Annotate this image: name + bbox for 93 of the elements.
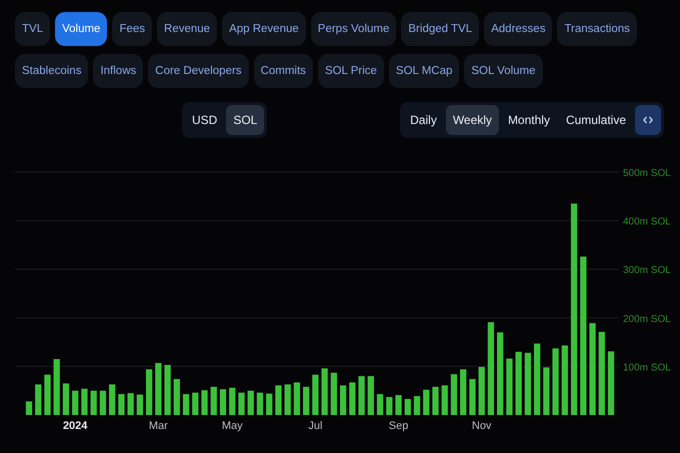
volume-bar (469, 379, 476, 415)
embed-button[interactable] (635, 105, 661, 135)
metric-tab[interactable]: TVL (15, 12, 50, 46)
currency-option[interactable]: USD (185, 105, 224, 135)
volume-bar (478, 366, 485, 415)
volume-bar (552, 348, 559, 415)
volume-bar (35, 384, 42, 415)
volume-bar (54, 359, 60, 415)
volume-bar (340, 385, 346, 415)
y-axis-label: 100m SOL (623, 362, 671, 374)
volume-bar (109, 384, 116, 415)
metric-tab[interactable]: Stablecoins (15, 54, 88, 88)
volume-bar (100, 390, 106, 415)
volume-bar (201, 390, 208, 415)
volume-bar (506, 358, 513, 415)
metric-tab[interactable]: SOL MCap (388, 54, 460, 88)
x-axis-label: Jul (308, 420, 322, 432)
volume-bar (414, 396, 420, 415)
volume-bar (330, 372, 337, 415)
volume-bar (442, 385, 448, 415)
x-axis-label: 2024 (62, 420, 88, 432)
currency-option[interactable]: SOL (226, 105, 264, 135)
volume-bar (275, 385, 282, 415)
volume-bar (81, 388, 88, 415)
volume-bar (386, 397, 392, 415)
metric-tab[interactable]: SOL Price (318, 54, 384, 88)
volume-bar (432, 386, 439, 415)
x-axis-label: May (222, 420, 243, 432)
volume-bar (608, 351, 614, 415)
x-axis-label: Mar (148, 420, 168, 432)
volume-bar (349, 382, 356, 415)
volume-bar (62, 383, 70, 415)
volume-bar (229, 388, 236, 415)
volume-bar (146, 369, 152, 415)
volume-bar (44, 374, 51, 415)
metric-tab[interactable]: Core Developers (148, 54, 249, 88)
volume-bar (562, 346, 568, 415)
volume-bar (266, 394, 272, 415)
metric-tab[interactable]: Fees (112, 12, 152, 46)
x-axis-label: Nov (472, 420, 492, 432)
metric-tab[interactable]: Addresses (484, 12, 552, 46)
volume-bar (26, 401, 32, 415)
volume-bar (248, 390, 254, 415)
metric-tab[interactable]: Inflows (93, 54, 144, 88)
metric-tab[interactable]: Commits (254, 54, 313, 88)
volume-bar (524, 352, 531, 415)
y-axis-label: 300m SOL (623, 265, 671, 276)
volume-bar (210, 386, 217, 415)
volume-bar (220, 389, 226, 415)
x-axis-label: Sep (388, 420, 408, 432)
volume-bar (358, 376, 365, 415)
period-option[interactable]: Weekly (446, 105, 499, 135)
period-option[interactable]: Monthly (500, 105, 557, 135)
volume-bar (321, 368, 328, 415)
volume-bar (127, 393, 134, 415)
y-axis-label: 200m SOL (623, 314, 671, 325)
y-axis-label: 400m SOL (623, 216, 671, 228)
volume-bar (543, 367, 550, 415)
volume-bar (450, 374, 458, 415)
metric-tab[interactable]: App Revenue (222, 12, 306, 46)
volume-bar (238, 392, 245, 415)
volume-bar (312, 374, 319, 415)
volume-bar (404, 398, 411, 415)
volume-bar (182, 394, 190, 415)
volume-bar (460, 369, 466, 415)
volume-bar (423, 390, 430, 415)
period-option[interactable]: Daily (403, 105, 444, 135)
volume-bar (72, 390, 78, 415)
volume-bar (90, 390, 97, 415)
volume-bar (155, 363, 162, 415)
metric-tab[interactable]: Perps Volume (310, 12, 396, 46)
metric-tab[interactable]: Transactions (557, 12, 637, 46)
y-axis-label: 500m SOL (623, 168, 671, 179)
volume-bar (368, 376, 374, 415)
code-icon (643, 115, 653, 125)
volume-bar (395, 395, 402, 415)
volume-bar (118, 394, 125, 415)
volume-bar (515, 352, 522, 415)
metric-tab[interactable]: Volume (55, 12, 108, 46)
volume-bar (303, 386, 310, 415)
metric-tab[interactable]: Revenue (157, 12, 218, 46)
metric-tab[interactable]: SOL Volume (464, 54, 543, 88)
volume-bar (376, 394, 384, 415)
period-option[interactable]: Cumulative (558, 105, 633, 135)
volume-bar (284, 384, 291, 415)
volume-bar (294, 382, 300, 415)
volume-bar (164, 364, 171, 415)
metric-tab[interactable]: Bridged TVL (401, 12, 480, 46)
volume-bar (136, 394, 143, 415)
volume-bar (174, 379, 180, 415)
volume-bar (192, 392, 198, 415)
volume-bar (534, 344, 540, 415)
volume-bar (256, 392, 264, 415)
